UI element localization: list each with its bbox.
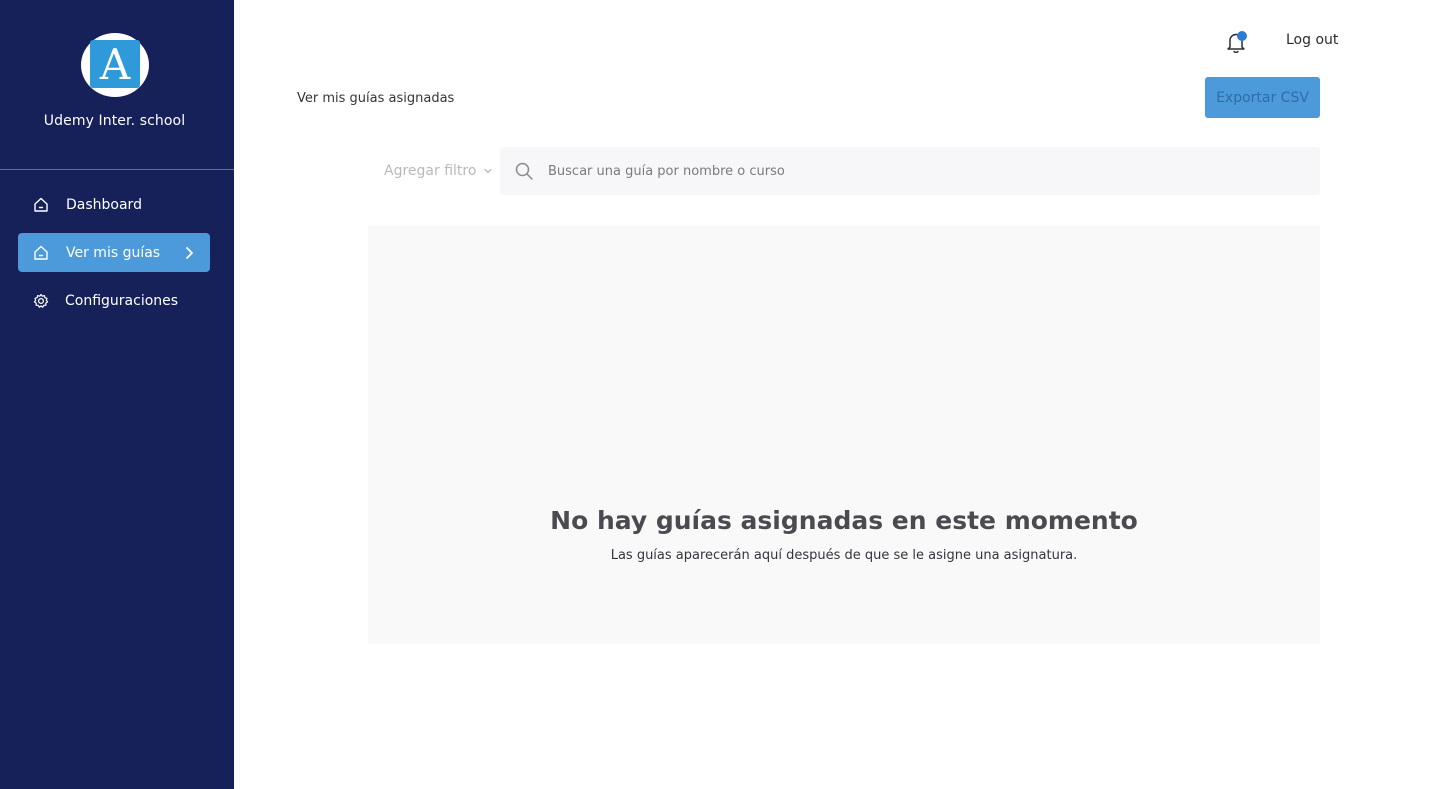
- chevron-right-icon: [186, 247, 193, 259]
- home-icon: [34, 245, 48, 260]
- sidebar: A Udemy Inter. school Dashboard Ver mis …: [0, 0, 234, 789]
- chevron-down-icon: [484, 168, 492, 174]
- home-icon: [34, 197, 48, 212]
- add-filter-dropdown[interactable]: Agregar filtro: [384, 162, 496, 182]
- gear-icon: [33, 293, 49, 308]
- add-filter-label: Agregar filtro: [384, 163, 477, 179]
- sidebar-item-label: Ver mis guías: [66, 245, 161, 261]
- empty-state-subtitle: Las guías aparecerán aquí después de que…: [610, 548, 1078, 563]
- sidebar-item-ver-mis-guias[interactable]: Ver mis guías: [18, 233, 210, 272]
- search-icon: [515, 162, 533, 180]
- search-bar: [500, 147, 1320, 195]
- sidebar-item-label: Dashboard: [66, 197, 142, 213]
- notification-dot: [1237, 31, 1247, 41]
- logo-letter: A: [99, 40, 131, 89]
- export-csv-button[interactable]: Exportar CSV: [1205, 77, 1320, 118]
- brand-name: Udemy Inter. school: [43, 113, 186, 129]
- empty-state-title: No hay guías asignadas en este momento: [550, 506, 1138, 535]
- page-title: Ver mis guías asignadas: [297, 91, 455, 106]
- sidebar-item-label: Configuraciones: [65, 293, 179, 309]
- logo-badge: A: [90, 40, 140, 89]
- brand-header: A Udemy Inter. school: [0, 0, 234, 170]
- school-logo[interactable]: A: [81, 33, 149, 97]
- app-root: A Udemy Inter. school Dashboard Ver mis …: [0, 0, 1440, 789]
- sidebar-item-configuraciones[interactable]: Configuraciones: [18, 281, 210, 320]
- search-input[interactable]: [548, 161, 1288, 181]
- sidebar-item-dashboard[interactable]: Dashboard: [18, 185, 210, 224]
- logout-link[interactable]: Log out: [1286, 31, 1338, 49]
- empty-state-panel: No hay guías asignadas en este momento L…: [368, 226, 1320, 644]
